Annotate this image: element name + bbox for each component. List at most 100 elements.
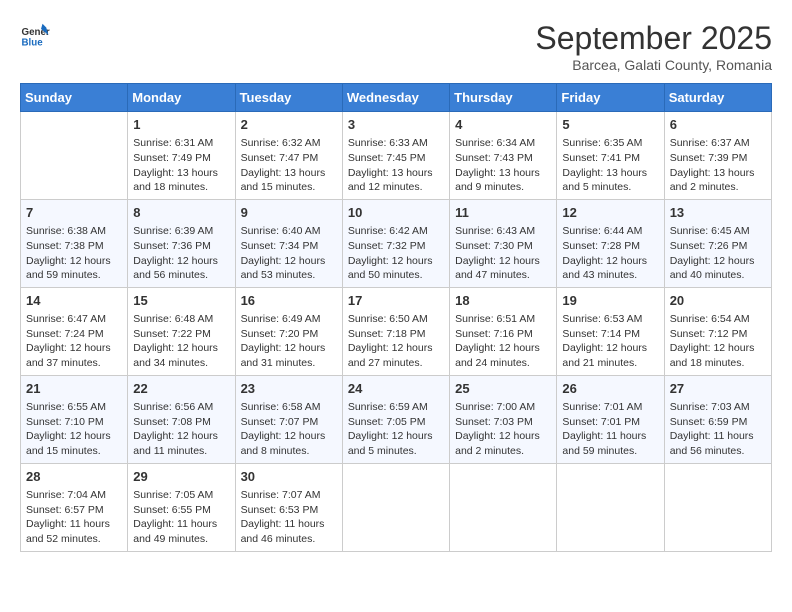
header-saturday: Saturday [664,84,771,112]
day-number: 27 [670,380,766,398]
day-number: 28 [26,468,122,486]
day-info-line: and 15 minutes. [241,180,337,195]
calendar-cell: 2Sunrise: 6:32 AMSunset: 7:47 PMDaylight… [235,112,342,200]
title-area: September 2025 Barcea, Galati County, Ro… [535,20,772,73]
calendar-cell: 14Sunrise: 6:47 AMSunset: 7:24 PMDayligh… [21,287,128,375]
day-info-line: Daylight: 12 hours [241,429,337,444]
day-number: 26 [562,380,658,398]
calendar-cell [450,463,557,551]
day-info-line: Daylight: 12 hours [562,341,658,356]
day-info-line: and 21 minutes. [562,356,658,371]
day-info-line: Sunset: 6:53 PM [241,503,337,518]
day-info-line: Sunset: 6:59 PM [670,415,766,430]
calendar-body: 1Sunrise: 6:31 AMSunset: 7:49 PMDaylight… [21,112,772,552]
day-info-line: Daylight: 12 hours [133,254,229,269]
day-info-line: Sunrise: 7:03 AM [670,400,766,415]
calendar-cell [21,112,128,200]
calendar-cell: 17Sunrise: 6:50 AMSunset: 7:18 PMDayligh… [342,287,449,375]
calendar-header: Sunday Monday Tuesday Wednesday Thursday… [21,84,772,112]
day-info-line: Daylight: 13 hours [562,166,658,181]
day-info-line: Daylight: 12 hours [348,429,444,444]
calendar-table: Sunday Monday Tuesday Wednesday Thursday… [20,83,772,552]
calendar-cell: 25Sunrise: 7:00 AMSunset: 7:03 PMDayligh… [450,375,557,463]
day-info-line: and 12 minutes. [348,180,444,195]
day-info-line: Sunset: 7:10 PM [26,415,122,430]
calendar-cell [664,463,771,551]
day-info-line: Sunrise: 6:54 AM [670,312,766,327]
day-number: 13 [670,204,766,222]
calendar-week-row: 21Sunrise: 6:55 AMSunset: 7:10 PMDayligh… [21,375,772,463]
day-info-line: Sunset: 7:39 PM [670,151,766,166]
day-info-line: Sunset: 7:45 PM [348,151,444,166]
calendar-cell: 4 Sunrise: 6:34 AMSunset: 7:43 PMDaylight… [450,112,557,200]
day-number: 8 [133,204,229,222]
calendar-week-row: 28Sunrise: 7:04 AMSunset: 6:57 PMDayligh… [21,463,772,551]
day-info-line: Sunrise: 7:04 AM [26,488,122,503]
day-info-line: and 9 minutes. [455,180,551,195]
day-info-line: Sunrise: 6:42 AM [348,224,444,239]
day-number: 15 [133,292,229,310]
weekday-header-row: Sunday Monday Tuesday Wednesday Thursday… [21,84,772,112]
header-monday: Monday [128,84,235,112]
calendar-week-row: 1Sunrise: 6:31 AMSunset: 7:49 PMDaylight… [21,112,772,200]
day-info-line: Daylight: 13 hours [455,166,551,181]
day-info-line: and 40 minutes. [670,268,766,283]
day-number: 1 [133,116,229,134]
day-info-line: and 50 minutes. [348,268,444,283]
logo-icon: General Blue [20,20,50,50]
day-info-line: Daylight: 12 hours [455,429,551,444]
header-tuesday: Tuesday [235,84,342,112]
header-sunday: Sunday [21,84,128,112]
day-info-line: and 8 minutes. [241,444,337,459]
day-info-line: Daylight: 12 hours [241,254,337,269]
day-info-line: Daylight: 11 hours [670,429,766,444]
day-info-line: Sunrise: 6:34 AM [455,136,551,151]
calendar-cell: 21Sunrise: 6:55 AMSunset: 7:10 PMDayligh… [21,375,128,463]
day-info-line: Daylight: 11 hours [562,429,658,444]
calendar-cell: 30 Sunrise: 7:07 AMSunset: 6:53 PMDayligh… [235,463,342,551]
day-number: 12 [562,204,658,222]
day-info-line: Sunrise: 7:07 AM [241,488,337,503]
day-number: 17 [348,292,444,310]
day-info-line: Daylight: 11 hours [241,517,337,532]
day-number: 11 [455,204,551,222]
day-number: 30 [241,468,337,486]
day-info-line: Daylight: 13 hours [670,166,766,181]
day-number: 4 [455,116,551,134]
day-info-line: Sunrise: 6:51 AM [455,312,551,327]
day-info-line: and 2 minutes. [670,180,766,195]
calendar-cell: 26Sunrise: 7:01 AMSunset: 7:01 PMDayligh… [557,375,664,463]
day-number: 20 [670,292,766,310]
day-info-line: Daylight: 13 hours [348,166,444,181]
day-number: 3 [348,116,444,134]
calendar-cell: 10Sunrise: 6:42 AMSunset: 7:32 PMDayligh… [342,199,449,287]
day-info-line: Sunrise: 6:38 AM [26,224,122,239]
calendar-cell: 18Sunrise: 6:51 AMSunset: 7:16 PMDayligh… [450,287,557,375]
calendar-cell: 16Sunrise: 6:49 AMSunset: 7:20 PMDayligh… [235,287,342,375]
day-number: 5 [562,116,658,134]
day-info-line: and 5 minutes. [348,444,444,459]
day-info-line: Sunrise: 7:01 AM [562,400,658,415]
day-number: 9 [241,204,337,222]
day-info-line: Sunrise: 6:33 AM [348,136,444,151]
calendar-cell: 11Sunrise: 6:43 AMSunset: 7:30 PMDayligh… [450,199,557,287]
day-info-line: Sunrise: 6:44 AM [562,224,658,239]
day-info-line: and 18 minutes. [670,356,766,371]
day-number: 29 [133,468,229,486]
day-info-line: Daylight: 12 hours [348,254,444,269]
day-info-line: Daylight: 12 hours [348,341,444,356]
calendar-cell: 19Sunrise: 6:53 AMSunset: 7:14 PMDayligh… [557,287,664,375]
day-info-line: and 37 minutes. [26,356,122,371]
day-info-line: Sunrise: 6:49 AM [241,312,337,327]
day-info-line: Sunrise: 6:56 AM [133,400,229,415]
day-info-line: Daylight: 11 hours [133,517,229,532]
day-info-line: Sunrise: 6:35 AM [562,136,658,151]
calendar-subtitle: Barcea, Galati County, Romania [535,57,772,73]
day-info-line: and 18 minutes. [133,180,229,195]
day-info-line: Sunset: 7:43 PM [455,151,551,166]
calendar-cell [342,463,449,551]
day-info-line: Sunset: 7:08 PM [133,415,229,430]
day-number: 10 [348,204,444,222]
calendar-cell: 13Sunrise: 6:45 AMSunset: 7:26 PMDayligh… [664,199,771,287]
day-info-line: Sunset: 7:26 PM [670,239,766,254]
